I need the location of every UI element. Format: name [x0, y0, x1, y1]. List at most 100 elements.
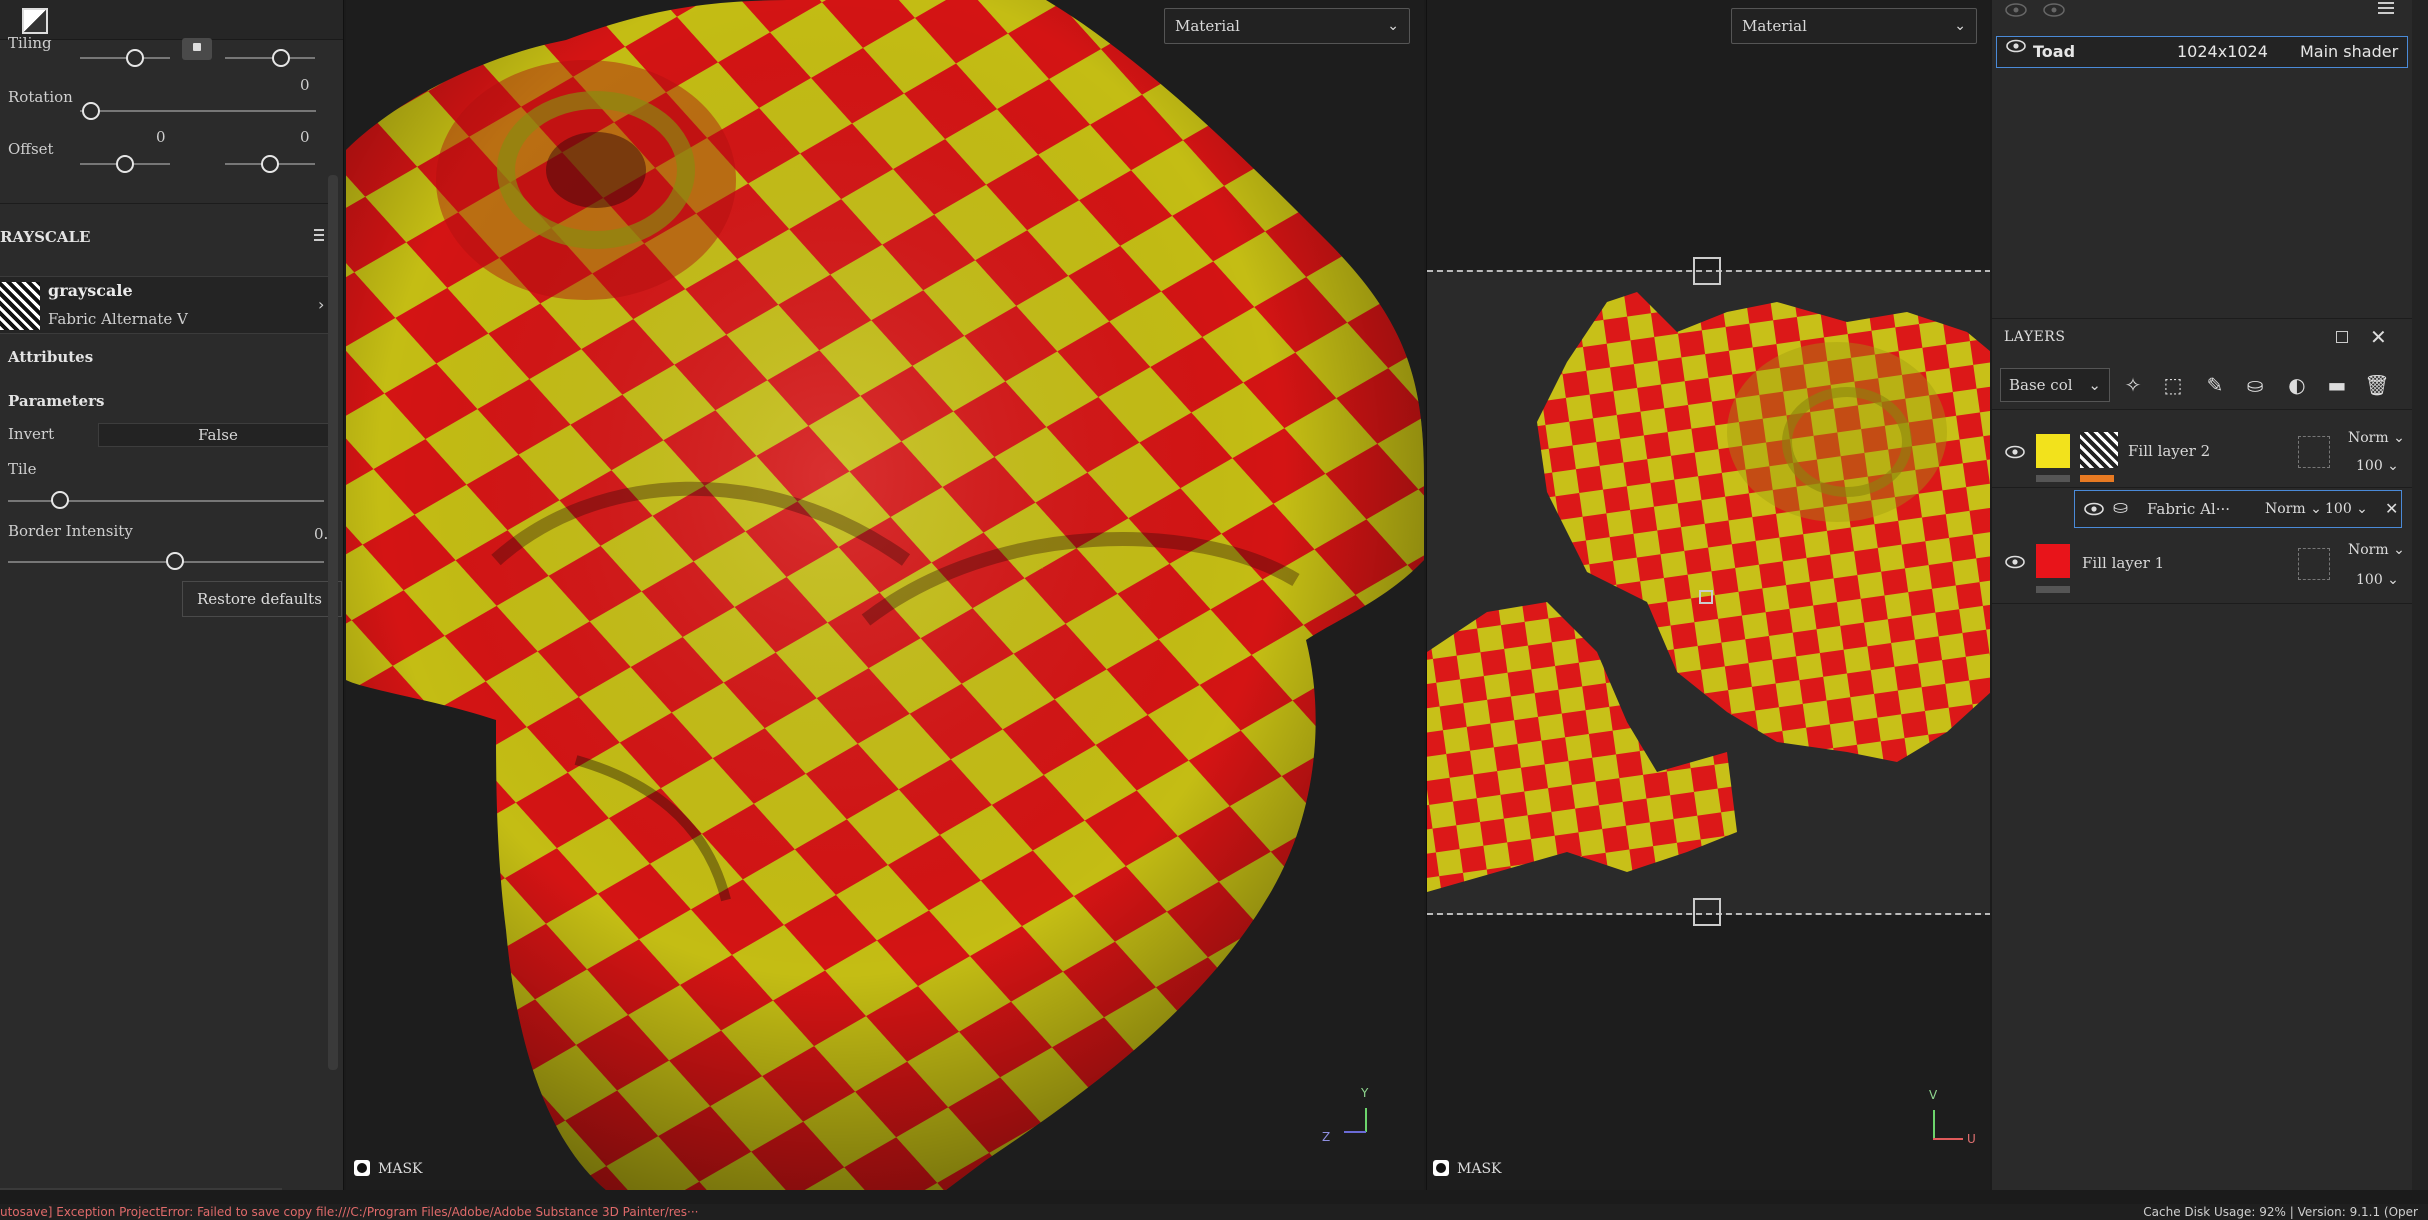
- viewport-3d[interactable]: Y Z Material ⌄ MASK: [346, 0, 1424, 1190]
- axis-z-label: Z: [1322, 1130, 1331, 1144]
- mask-icon: [1433, 1160, 1449, 1176]
- eye-icon[interactable]: [2004, 554, 2026, 570]
- resource-name: grayscale: [48, 281, 133, 300]
- layer-blend-mode[interactable]: Norm ⌄: [2348, 430, 2405, 446]
- add-fill-layer-icon[interactable]: ⛀: [2242, 372, 2268, 398]
- restore-defaults-button[interactable]: Restore defaults: [182, 581, 342, 617]
- uv-handle-bottom[interactable]: [1693, 898, 1721, 926]
- effect-blend-mode[interactable]: Norm ⌄: [2265, 501, 2322, 517]
- layer-mask-slot[interactable]: [2298, 548, 2330, 580]
- mask-label: MASK: [1457, 1161, 1502, 1177]
- texture-set-menu-icon[interactable]: [2378, 2, 2394, 16]
- axis-v-line: [1933, 1110, 1935, 1140]
- tiling-slider-u-knob[interactable]: [126, 49, 144, 67]
- viewport-2d-mode-value: Material: [1742, 17, 1807, 35]
- viewport-2d-mode-select[interactable]: Material ⌄: [1731, 8, 1977, 44]
- layer-color-swatch[interactable]: [2036, 544, 2070, 578]
- tile-label: Tile: [8, 460, 37, 478]
- section-menu-icon[interactable]: [314, 229, 324, 243]
- layer-opacity[interactable]: 100 ⌄: [2356, 458, 2399, 474]
- effect-name[interactable]: Fabric Al···: [2147, 500, 2230, 518]
- viewport-2d[interactable]: V U Material ⌄ MASK: [1426, 0, 1990, 1190]
- resource-subtitle: Fabric Alternate V: [48, 310, 188, 328]
- layer-material-thumbnail[interactable]: [2080, 432, 2118, 468]
- delete-layer-icon[interactable]: 🗑: [2364, 372, 2390, 398]
- uv-handle-top[interactable]: [1693, 257, 1721, 285]
- properties-scrollbar[interactable]: [328, 175, 338, 1070]
- tiling-lock-button[interactable]: [182, 38, 212, 60]
- layer-selected-indicator: [2080, 475, 2114, 482]
- eye-icon[interactable]: [2004, 444, 2026, 460]
- close-icon[interactable]: ✕: [2370, 319, 2387, 355]
- offset-slider-y-knob[interactable]: [261, 155, 279, 173]
- attributes-heading[interactable]: Attributes: [8, 348, 93, 366]
- properties-horizontal-scrollbar[interactable]: [0, 1188, 282, 1190]
- status-info: Cache Disk Usage: 92% | Version: 9.1.1 (…: [2143, 1205, 2418, 1219]
- layer-blend-mode[interactable]: Norm ⌄: [2348, 542, 2405, 558]
- 3d-mesh-render: [346, 0, 1424, 1190]
- tiling-slider-u[interactable]: [80, 57, 170, 59]
- grayscale-section-title: RAYSCALE: [0, 228, 91, 246]
- eye-icon[interactable]: [2005, 38, 2027, 54]
- layers-toolbar: Base col ⌄ ✧ ⬚ ✎ ⛀ ◐ ▬ 🗑: [1992, 360, 2412, 410]
- gradient-tool-icon[interactable]: [22, 8, 48, 34]
- close-icon[interactable]: ✕: [2385, 499, 2398, 518]
- layer-mask-slot[interactable]: [2298, 436, 2330, 468]
- chevron-down-icon: ⌄: [1387, 18, 1399, 34]
- layer-row-fabric-effect[interactable]: ⛀ Fabric Al··· Norm ⌄ 100 ⌄ ✕: [2074, 490, 2402, 528]
- offset-label: Offset: [8, 140, 54, 158]
- add-paint-layer-icon[interactable]: ✎: [2202, 372, 2228, 398]
- layer-swatch-bar: [2036, 475, 2070, 482]
- border-intensity-label: Border Intensity: [8, 522, 133, 540]
- offset-slider-x-knob[interactable]: [116, 155, 134, 173]
- chevron-down-icon: ⌄: [2088, 376, 2101, 394]
- layer-name[interactable]: Fill layer 1: [2082, 554, 2164, 572]
- uv-handle-center[interactable]: [1699, 590, 1713, 604]
- layer-row-fill-layer-2[interactable]: Fill layer 2 Norm ⌄ 100 ⌄: [1992, 414, 2412, 488]
- channel-select[interactable]: Base col ⌄: [2000, 368, 2110, 402]
- mask-icon: [354, 1160, 370, 1176]
- rotation-slider[interactable]: [80, 110, 316, 112]
- add-smart-material-icon[interactable]: ◐: [2284, 372, 2310, 398]
- rotation-slider-knob[interactable]: [82, 102, 100, 120]
- eye-icon[interactable]: [2083, 501, 2105, 517]
- texture-set-row[interactable]: Toad 1024x1024 Main shader: [1996, 36, 2408, 68]
- eye-link-icon[interactable]: [2004, 2, 2028, 18]
- parameters-heading[interactable]: Parameters: [8, 392, 104, 410]
- viewport-3d-mode-select[interactable]: Material ⌄: [1164, 8, 1410, 44]
- tiling-slider-v-knob[interactable]: [272, 49, 290, 67]
- mask-label: MASK: [378, 1161, 423, 1177]
- border-intensity-slider-knob[interactable]: [166, 552, 184, 570]
- invert-dropdown[interactable]: False: [98, 423, 338, 447]
- tile-slider-knob[interactable]: [51, 491, 69, 509]
- tiling-label: Tiling: [8, 34, 52, 52]
- effect-opacity[interactable]: 100 ⌄: [2325, 501, 2368, 517]
- layer-color-swatch[interactable]: [2036, 434, 2070, 468]
- chevron-down-icon: ⌄: [1954, 18, 1966, 34]
- viewport-2d-mask-toggle[interactable]: MASK: [1433, 1160, 1502, 1180]
- layer-name[interactable]: Fill layer 2: [2128, 442, 2210, 460]
- viewport-3d-mask-toggle[interactable]: MASK: [354, 1160, 423, 1180]
- status-error-message[interactable]: utosave] Exception ProjectError: Failed …: [0, 1204, 698, 1220]
- add-effect-icon[interactable]: ✧: [2120, 372, 2146, 398]
- texture-set-toolbar: [1992, 0, 2412, 30]
- tiling-slider-v[interactable]: [225, 57, 315, 59]
- layer-row-fill-layer-1[interactable]: Fill layer 1 Norm ⌄ 100 ⌄: [1992, 530, 2412, 604]
- add-mask-icon[interactable]: ⬚: [2160, 372, 2186, 398]
- eye-outline-icon[interactable]: [2042, 2, 2066, 18]
- fill-bucket-icon: ⛀: [2113, 497, 2129, 518]
- right-panel: Toad 1024x1024 Main shader LAYERS ✕ Base…: [1992, 0, 2412, 1190]
- layers-panel-header: LAYERS ✕: [1992, 318, 2412, 354]
- divider: [0, 203, 330, 204]
- layer-opacity[interactable]: 100 ⌄: [2356, 572, 2399, 588]
- texture-set-name: Toad: [2033, 42, 2076, 61]
- status-bar: utosave] Exception ProjectError: Failed …: [0, 1204, 2428, 1220]
- grayscale-resource-row[interactable]: grayscale Fabric Alternate V ›: [0, 276, 332, 334]
- chevron-right-icon[interactable]: ›: [318, 295, 324, 314]
- properties-panel: Tiling 0 Rotation 0 0 Offset RAYSCALE gr…: [0, 0, 344, 1190]
- axis-v-label: V: [1929, 1088, 1938, 1102]
- add-folder-icon[interactable]: ▬: [2324, 372, 2350, 398]
- offset-value-x: 0: [156, 128, 166, 146]
- undock-icon[interactable]: [2336, 331, 2348, 343]
- axis-u-line: [1933, 1138, 1963, 1140]
